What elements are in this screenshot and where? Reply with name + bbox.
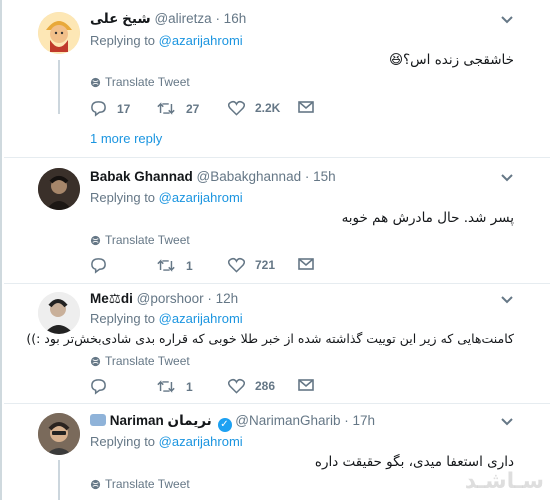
message-button[interactable]: [298, 257, 314, 271]
author-name[interactable]: Me⚖di: [90, 291, 133, 306]
tweet-text: پسر شد. حال مادرش هم خوبه: [341, 210, 514, 226]
mention-link[interactable]: @azarijahromi: [159, 434, 243, 449]
translate-tweet[interactable]: Translate Tweet: [90, 354, 190, 368]
tweet-time[interactable]: · 17h: [344, 413, 375, 428]
reply-icon: [91, 101, 106, 117]
avatar[interactable]: [38, 292, 80, 334]
replying-to: Replying to @azarijahromi: [90, 311, 243, 326]
tweet-text: کامنت‌هایی که زیر این توییت گذاشته شده ا…: [26, 331, 514, 346]
author-name[interactable]: شیخ علی: [90, 11, 151, 26]
tweet[interactable]: Me⚖di @porshoor · 12h Replying to @azari…: [4, 284, 550, 404]
tweet-time[interactable]: · 15h: [305, 169, 336, 184]
verified-badge-icon: ✓: [217, 418, 232, 432]
like-count: 2.2K: [255, 101, 281, 115]
retweet-icon: [157, 380, 175, 393]
globe-icon: [90, 77, 101, 87]
more-replies-link[interactable]: 1 more reply: [90, 131, 162, 146]
tweet-header: شیخ علی @aliretza · 16h: [90, 11, 246, 27]
translate-tweet[interactable]: Translate Tweet: [90, 233, 190, 247]
author-name[interactable]: Nariman نریمان: [110, 413, 212, 428]
mention-link[interactable]: @azarijahromi: [159, 311, 243, 326]
replying-to: Replying to @azarijahromi: [90, 434, 243, 449]
author-handle[interactable]: @NarimanGharib: [235, 413, 340, 428]
tweet-text: خاشقجی زنده اس؟😆: [388, 52, 514, 68]
envelope-icon: [298, 258, 314, 270]
translate-label: Translate Tweet: [105, 75, 190, 89]
tweet[interactable]: Babak Ghannad @Babakghannad · 15h Replyi…: [4, 158, 550, 284]
retweet-button[interactable]: 1: [156, 378, 193, 395]
globe-icon: [90, 356, 101, 366]
avatar[interactable]: [38, 168, 80, 210]
envelope-icon: [298, 101, 314, 113]
reply-button[interactable]: [90, 378, 117, 395]
tweet-time[interactable]: · 16h: [215, 11, 246, 26]
translate-tweet[interactable]: Translate Tweet: [90, 75, 190, 89]
heart-icon: [228, 378, 245, 394]
replying-label: Replying to: [90, 190, 159, 205]
like-button[interactable]: 721: [228, 257, 275, 273]
tweet-actions: 17 27 2.2K: [90, 100, 330, 120]
chevron-down-icon[interactable]: [500, 15, 514, 25]
reply-icon: [91, 258, 106, 274]
author-name[interactable]: Babak Ghannad: [90, 169, 193, 184]
retweet-count: 1: [186, 258, 193, 273]
tweet-header: Babak Ghannad @Babakghannad · 15h: [90, 169, 336, 184]
replying-label: Replying to: [90, 33, 159, 48]
chevron-down-icon[interactable]: [500, 295, 514, 305]
reply-button[interactable]: [90, 257, 117, 274]
tweet-actions: 1 721: [90, 257, 330, 277]
replying-to: Replying to @azarijahromi: [90, 190, 243, 205]
tweet[interactable]: شیخ علی @aliretza · 16h Replying to @aza…: [4, 0, 550, 158]
message-button[interactable]: [298, 100, 314, 114]
mention-link[interactable]: @azarijahromi: [159, 33, 243, 48]
tweet-header: Me⚖di @porshoor · 12h: [90, 291, 238, 307]
like-button[interactable]: 2.2K: [228, 100, 280, 116]
author-handle[interactable]: @aliretza: [154, 11, 211, 26]
like-count: 721: [255, 258, 276, 272]
globe-icon: [90, 235, 101, 245]
replying-label: Replying to: [90, 434, 159, 449]
globe-icon: [90, 479, 101, 489]
retweet-button[interactable]: 1: [156, 257, 193, 274]
chevron-down-icon[interactable]: [500, 417, 514, 427]
thread-line: [58, 60, 60, 114]
avatar[interactable]: [38, 12, 80, 54]
timeline: شیخ علی @aliretza · 16h Replying to @aza…: [0, 0, 550, 500]
translate-tweet[interactable]: Translate Tweet: [90, 477, 190, 491]
watermark: سـاشـد: [464, 468, 544, 493]
replying-to: Replying to @azarijahromi: [90, 33, 243, 48]
chevron-down-icon[interactable]: [500, 173, 514, 183]
retweet-icon: [157, 102, 175, 115]
author-handle[interactable]: @Babakghannad: [197, 169, 302, 184]
robot-icon: [90, 414, 106, 426]
reply-button[interactable]: 17: [90, 100, 130, 117]
translate-label: Translate Tweet: [105, 477, 190, 491]
translate-label: Translate Tweet: [105, 354, 190, 368]
retweet-icon: [157, 259, 175, 272]
mention-link[interactable]: @azarijahromi: [159, 190, 243, 205]
translate-label: Translate Tweet: [105, 233, 190, 247]
tweet-time[interactable]: · 12h: [207, 291, 238, 306]
envelope-icon: [298, 379, 314, 391]
message-button[interactable]: [298, 378, 314, 392]
reply-count: 17: [117, 101, 131, 116]
author-handle[interactable]: @porshoor: [137, 291, 204, 306]
tweet-header: Nariman نریمان ✓ @NarimanGharib · 17h: [90, 413, 375, 432]
reply-icon: [91, 379, 106, 395]
thread-line: [58, 460, 60, 500]
tweet-actions: 1 286: [90, 378, 330, 398]
like-button[interactable]: 286: [228, 378, 275, 394]
heart-icon: [228, 100, 245, 116]
replying-label: Replying to: [90, 311, 159, 326]
retweet-count: 1: [186, 379, 193, 394]
heart-icon: [228, 257, 245, 273]
like-count: 286: [255, 379, 276, 393]
avatar[interactable]: [38, 413, 80, 455]
retweet-count: 27: [186, 101, 200, 116]
retweet-button[interactable]: 27: [156, 100, 199, 117]
